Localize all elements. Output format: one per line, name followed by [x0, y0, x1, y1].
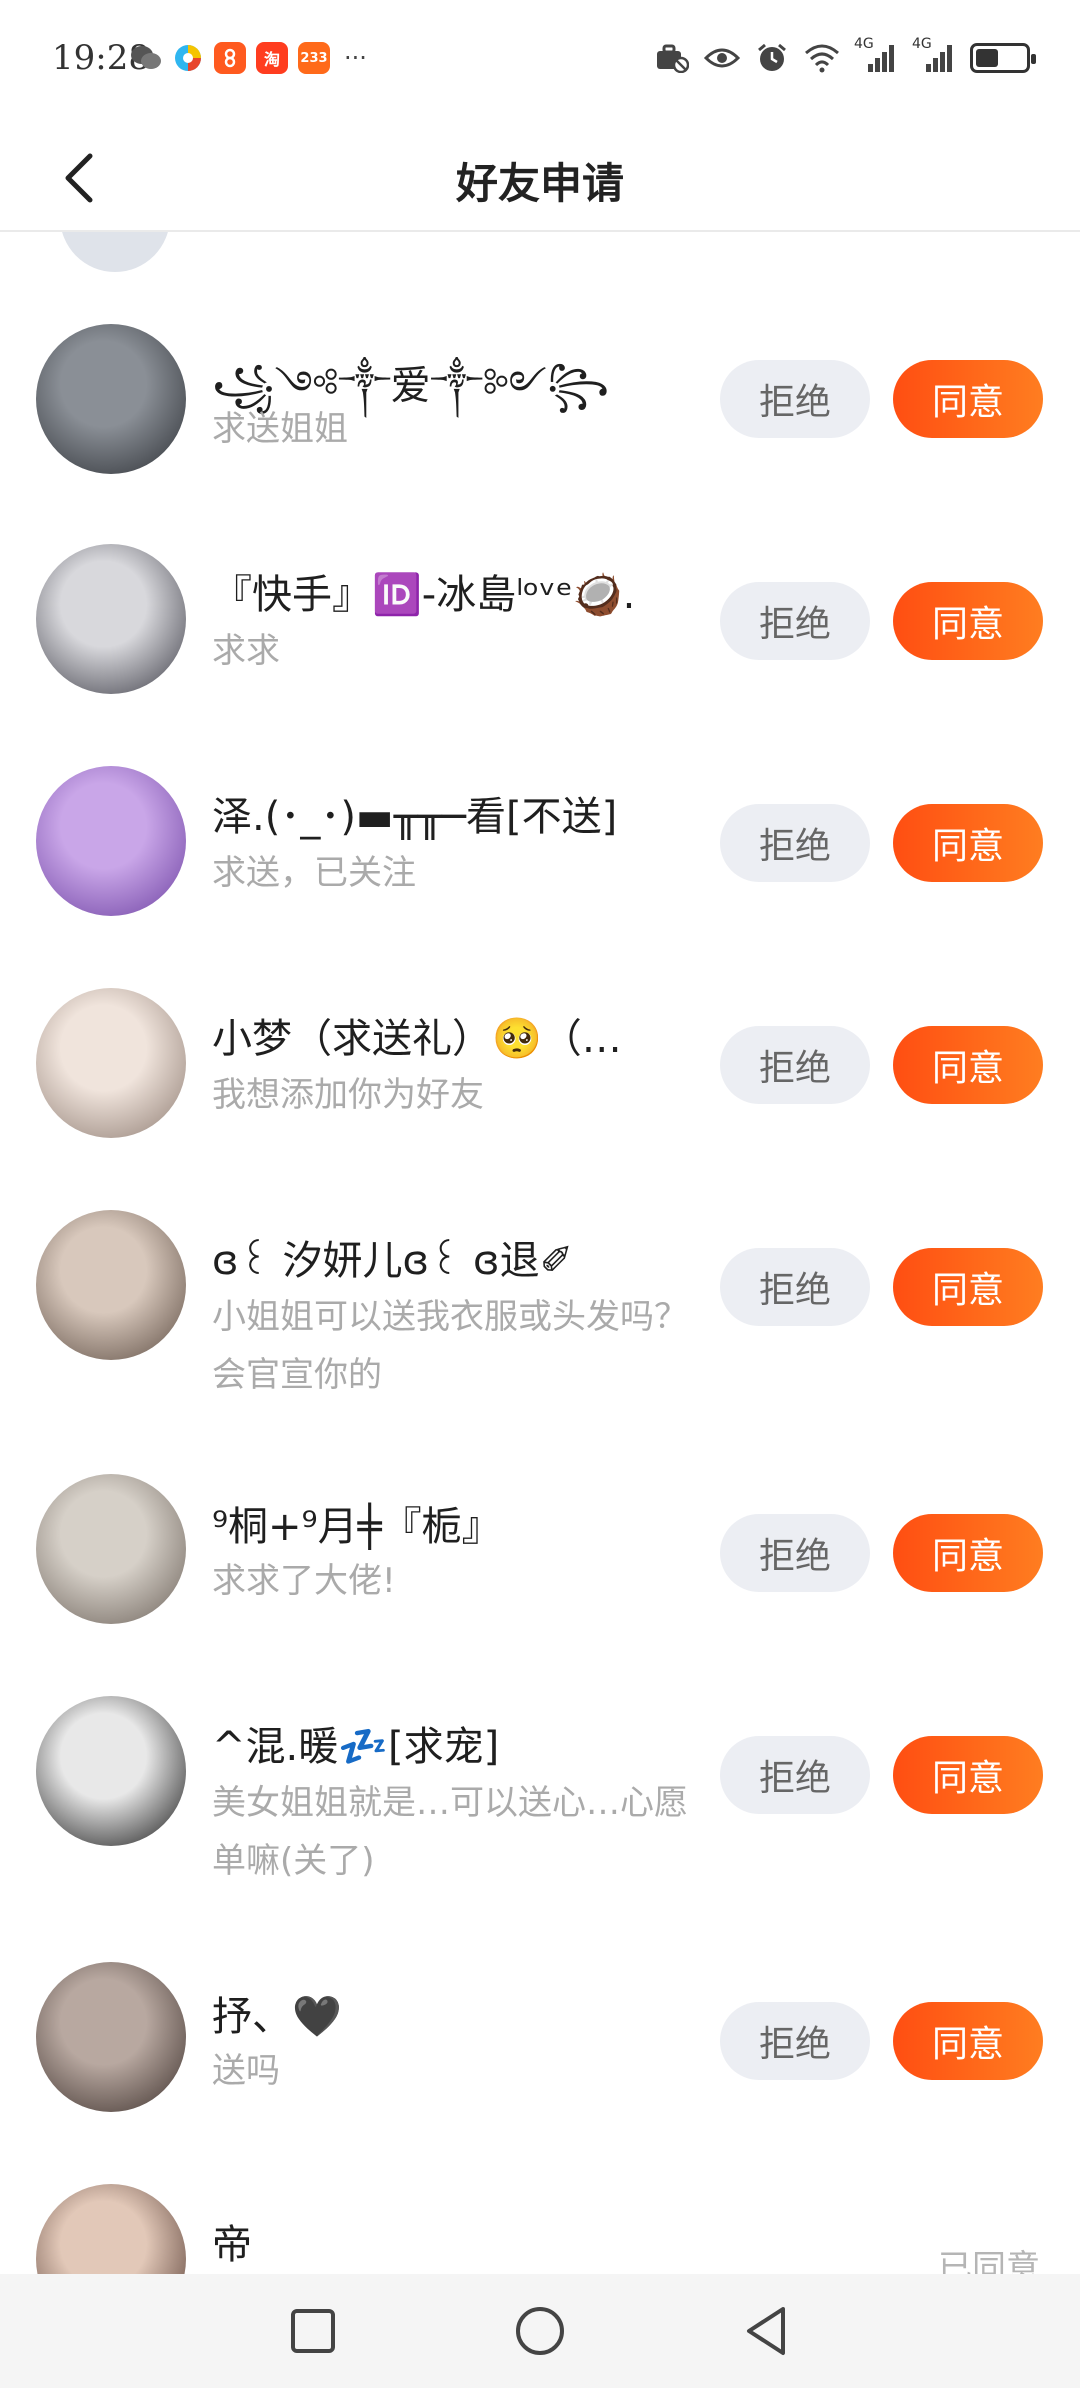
alarm-icon — [754, 40, 790, 76]
battery-level — [976, 49, 998, 67]
233-icon: 233 — [298, 42, 330, 74]
reject-button[interactable]: 拒绝 — [720, 582, 870, 660]
app-orange-icon — [214, 42, 246, 74]
request-name: 抒、🖤 — [212, 1994, 342, 2040]
accept-button[interactable]: 同意 — [893, 1514, 1043, 1592]
request-name: ⁹桐+⁹月╪『栀』 — [212, 1504, 502, 1550]
signal-icon-2: 4G — [912, 36, 956, 76]
status-app-icons: 淘 233 ··· — [130, 42, 367, 74]
avatar[interactable] — [36, 2184, 186, 2274]
reject-button[interactable]: 拒绝 — [720, 1248, 870, 1326]
nav-back-button[interactable] — [732, 2296, 802, 2366]
accepted-status: 已同意 — [938, 2248, 1040, 2274]
request-name: 小梦（求送礼）🥺（… — [212, 1016, 622, 1062]
friend-request-list[interactable]: ꧁༺༒爱༒༻꧂ 求送姐姐 拒绝 同意 『快手』🆔-冰島ˡᵒᵛᵉ🥥. 求求 拒绝 … — [0, 232, 1080, 2274]
request-name: 泽.(･_･)▬╥╥─看[不送] — [212, 794, 618, 840]
page-title: 好友申请 — [455, 159, 624, 208]
accept-button[interactable]: 同意 — [893, 2002, 1043, 2080]
reject-button[interactable]: 拒绝 — [720, 1736, 870, 1814]
request-name: 『快手』🆔-冰島ˡᵒᵛᵉ🥥. — [212, 572, 636, 618]
browser-icon — [172, 42, 204, 74]
avatar[interactable] — [36, 1696, 186, 1846]
reject-button[interactable]: 拒绝 — [720, 1026, 870, 1104]
reject-button[interactable]: 拒绝 — [720, 804, 870, 882]
square-icon — [291, 2309, 336, 2353]
header: 好友申请 — [0, 120, 1080, 232]
avatar[interactable] — [36, 766, 186, 916]
accept-button[interactable]: 同意 — [893, 804, 1043, 882]
avatar[interactable] — [36, 988, 186, 1138]
request-message: 小姐姐可以送我衣服或头发吗？会官宣你的 — [212, 1297, 688, 1395]
request-name: ^混.暖💤[求宠] — [212, 1724, 500, 1770]
briefcase-icon — [654, 40, 690, 76]
request-name: ɞ꒰ 汐妍儿ɞ꒰ ɞ退✐ — [212, 1238, 574, 1284]
accept-button[interactable]: 同意 — [893, 1736, 1043, 1814]
request-message: 求送姐姐 — [212, 409, 348, 449]
system-nav-bar — [0, 2274, 1080, 2388]
request-message: 送吗 — [212, 2051, 280, 2091]
reject-button[interactable]: 拒绝 — [720, 2002, 870, 2080]
taobao-icon: 淘 — [256, 42, 288, 74]
status-right-icons: 4G 4G — [654, 36, 1036, 76]
avatar[interactable] — [36, 1474, 186, 1624]
accept-button[interactable]: 同意 — [893, 360, 1043, 438]
battery-icon — [970, 43, 1036, 73]
home-button[interactable] — [505, 2296, 575, 2366]
wifi-icon — [804, 40, 840, 76]
accept-button[interactable]: 同意 — [893, 1026, 1043, 1104]
accept-button[interactable]: 同意 — [893, 582, 1043, 660]
recent-apps-button[interactable] — [278, 2296, 348, 2366]
request-message: 求求了大佬! — [212, 1561, 396, 1601]
reject-button[interactable]: 拒绝 — [720, 1514, 870, 1592]
request-message: 求求 — [212, 631, 280, 671]
avatar[interactable] — [36, 324, 186, 474]
reject-button[interactable]: 拒绝 — [720, 360, 870, 438]
wechat-icon — [130, 42, 162, 74]
avatar[interactable] — [60, 232, 170, 272]
request-message: 求送，已关注 — [212, 853, 416, 893]
avatar[interactable] — [36, 1962, 186, 2112]
more-notifications-icon: ··· — [344, 44, 367, 72]
circle-icon — [515, 2307, 564, 2355]
request-name: 帝 — [212, 2222, 252, 2268]
eye-icon — [704, 40, 740, 76]
triangle-back-icon — [746, 2307, 785, 2355]
avatar[interactable] — [36, 1210, 186, 1360]
accept-button[interactable]: 同意 — [893, 1248, 1043, 1326]
avatar[interactable] — [36, 544, 186, 694]
status-bar: 19:28 淘 233 ··· 4G 4G — [0, 0, 1080, 120]
signal-icon-1: 4G — [854, 36, 898, 76]
request-message: 我想添加你为好友 — [212, 1075, 484, 1115]
request-message: 美女姐姐就是…可以送心…心愿单嘛(关了) — [212, 1783, 688, 1881]
